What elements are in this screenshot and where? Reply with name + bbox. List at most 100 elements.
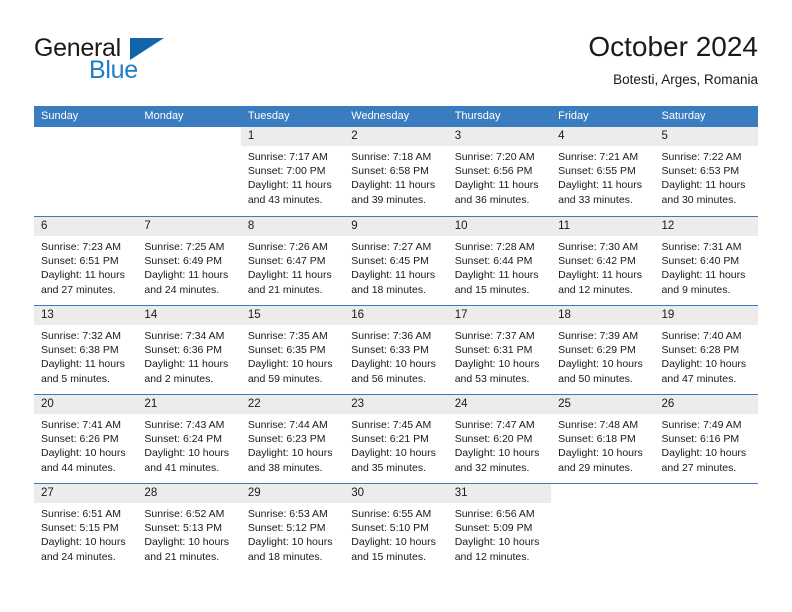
day-number: 8 [247, 220, 255, 232]
day-sun-info: Sunrise: 7:36 AM Sunset: 6:33 PM Daylight:… [344, 325, 447, 386]
daylight-text: Daylight: 10 hours and 44 minutes. [41, 447, 126, 474]
calendar-day-cell[interactable]: 16 Sunrise: 7:36 AM Sunset: 6:33 PM Dayligh… [344, 306, 448, 394]
page-subtitle: Botesti, Arges, Romania [613, 72, 758, 87]
daylight-text: Daylight: 10 hours and 50 minutes. [558, 358, 643, 385]
daylight-text: Daylight: 11 hours and 24 minutes. [144, 269, 229, 296]
sunrise-text: Sunrise: 7:45 AM [351, 419, 432, 431]
daylight-text: Daylight: 10 hours and 15 minutes. [351, 536, 436, 563]
sunset-text: Sunset: 6:28 PM [661, 344, 740, 357]
sunset-text: Sunset: 6:16 PM [661, 433, 740, 446]
day-number-band: 5 [654, 127, 758, 146]
calendar-day-cell[interactable]: 31 Sunrise: 6:56 AM Sunset: 5:09 PM Dayligh… [447, 484, 552, 572]
calendar-day-cell[interactable]: 3 Sunrise: 7:20 AM Sunset: 6:56 PM Daylight… [447, 127, 552, 216]
calendar-week-row: 6 Sunrise: 7:23 AM Sunset: 6:51 PM Daylight… [34, 216, 758, 305]
calendar-day-cell[interactable]: 23 Sunrise: 7:45 AM Sunset: 6:21 PM Dayligh… [344, 395, 448, 483]
sunset-text: Sunset: 6:20 PM [454, 433, 533, 446]
sunset-text: Sunset: 6:58 PM [351, 165, 429, 178]
day-sun-info: Sunrise: 7:27 AM Sunset: 6:45 PM Daylight:… [344, 236, 447, 297]
sunrise-text: Sunrise: 6:55 AM [351, 508, 432, 520]
day-number: 2 [351, 130, 358, 142]
sunrise-text: Sunrise: 6:51 AM [41, 508, 121, 520]
calendar-day-cell[interactable]: 2 Sunrise: 7:18 AM Sunset: 6:58 PM Daylight… [344, 127, 448, 216]
calendar-day-cell[interactable]: 11 Sunrise: 7:30 AM Sunset: 6:42 PM Dayligh… [551, 217, 655, 305]
calendar-day-cell[interactable]: 5 Sunrise: 7:22 AM Sunset: 6:53 PM Daylight… [654, 127, 758, 216]
calendar-week-row: 1 Sunrise: 7:17 AM Sunset: 7:00 PM Daylight… [34, 127, 758, 216]
sunset-text: Sunset: 5:12 PM [247, 522, 326, 535]
day-number: 25 [558, 398, 571, 410]
day-sun-info: Sunrise: 6:52 AM Sunset: 5:13 PM Daylight:… [137, 503, 240, 564]
calendar-day-cell[interactable]: 6 Sunrise: 7:23 AM Sunset: 6:51 PM Daylight… [34, 217, 138, 305]
brand-logo[interactable]: General Blue [34, 34, 214, 90]
sunset-text: Sunset: 5:15 PM [41, 522, 119, 535]
calendar-day-cell[interactable]: 24 Sunrise: 7:47 AM Sunset: 6:20 PM Dayligh… [447, 395, 552, 483]
day-sun-info: Sunrise: 7:18 AM Sunset: 6:58 PM Daylight:… [344, 146, 447, 207]
sunset-text: Sunset: 6:56 PM [454, 165, 533, 178]
calendar-day-cell[interactable]: 29 Sunrise: 6:53 AM Sunset: 5:12 PM Dayligh… [240, 484, 345, 572]
calendar-day-cell[interactable]: 27 Sunrise: 6:51 AM Sunset: 5:15 PM Dayligh… [34, 484, 138, 572]
day-sun-info: Sunrise: 7:21 AM Sunset: 6:55 PM Daylight:… [551, 146, 654, 207]
calendar-week-row: 20 Sunrise: 7:41 AM Sunset: 6:26 PM Dayligh… [34, 394, 758, 483]
day-sun-info: Sunrise: 7:39 AM Sunset: 6:29 PM Daylight:… [551, 325, 654, 386]
calendar-day-cell[interactable]: 25 Sunrise: 7:48 AM Sunset: 6:18 PM Dayligh… [551, 395, 655, 483]
calendar-day-cell[interactable]: 14 Sunrise: 7:34 AM Sunset: 6:36 PM Dayligh… [137, 306, 241, 394]
sunset-text: Sunset: 6:21 PM [351, 433, 429, 446]
sunset-text: Sunset: 6:23 PM [247, 433, 326, 446]
day-number-band: 21 [137, 395, 241, 414]
calendar-day-cell[interactable]: 18 Sunrise: 7:39 AM Sunset: 6:29 PM Dayligh… [551, 306, 655, 394]
day-sun-info: Sunrise: 7:31 AM Sunset: 6:40 PM Daylight:… [655, 236, 758, 297]
calendar-day-cell[interactable]: 8 Sunrise: 7:26 AM Sunset: 6:47 PM Daylight… [240, 217, 345, 305]
calendar-day-cell[interactable]: 30 Sunrise: 6:55 AM Sunset: 5:10 PM Dayligh… [344, 484, 448, 572]
day-number-band: 23 [344, 395, 448, 414]
day-number: 27 [41, 487, 54, 499]
day-sun-info: Sunrise: 7:20 AM Sunset: 6:56 PM Daylight:… [448, 146, 551, 207]
daylight-text: Daylight: 10 hours and 47 minutes. [661, 358, 747, 385]
sunset-text: Sunset: 6:42 PM [558, 255, 636, 268]
daylight-text: Daylight: 11 hours and 5 minutes. [41, 358, 125, 385]
day-number: 14 [144, 309, 158, 321]
day-number-band: 16 [344, 306, 448, 325]
daylight-text: Daylight: 10 hours and 18 minutes. [247, 536, 333, 563]
day-sun-info: Sunrise: 7:22 AM Sunset: 6:53 PM Daylight:… [655, 146, 758, 207]
calendar-day-cell[interactable]: 12 Sunrise: 7:31 AM Sunset: 6:40 PM Dayligh… [654, 217, 758, 305]
calendar-day-cell[interactable]: 20 Sunrise: 7:41 AM Sunset: 6:26 PM Dayligh… [34, 395, 138, 483]
calendar-day-cell[interactable]: 17 Sunrise: 7:37 AM Sunset: 6:31 PM Dayligh… [447, 306, 552, 394]
brand-name-blue: Blue [89, 56, 138, 84]
daylight-text: Daylight: 10 hours and 32 minutes. [454, 447, 540, 474]
calendar-day-cell[interactable]: 10 Sunrise: 7:28 AM Sunset: 6:44 PM Dayligh… [447, 217, 552, 305]
weekday-header-saturday: Saturday [661, 110, 706, 122]
day-number: 5 [661, 130, 668, 142]
day-sun-info: Sunrise: 6:51 AM Sunset: 5:15 PM Daylight:… [34, 503, 137, 564]
day-sun-info: Sunrise: 7:49 AM Sunset: 6:16 PM Daylight:… [655, 414, 758, 475]
day-number-band [551, 484, 654, 503]
calendar-day-cell[interactable]: 21 Sunrise: 7:43 AM Sunset: 6:24 PM Dayligh… [137, 395, 241, 483]
daylight-text: Daylight: 11 hours and 12 minutes. [558, 269, 642, 296]
sunrise-text: Sunrise: 7:39 AM [558, 330, 639, 342]
day-number-band: 12 [654, 217, 758, 236]
calendar-day-cell[interactable]: 26 Sunrise: 7:49 AM Sunset: 6:16 PM Dayligh… [654, 395, 758, 483]
sunrise-text: Sunrise: 7:25 AM [144, 241, 225, 253]
calendar-day-cell[interactable]: 1 Sunrise: 7:17 AM Sunset: 7:00 PM Daylight… [240, 127, 345, 216]
calendar-day-cell[interactable]: 4 Sunrise: 7:21 AM Sunset: 6:55 PM Daylight… [551, 127, 655, 216]
day-number: 11 [558, 220, 571, 232]
day-number-band: 8 [240, 217, 345, 236]
calendar-day-cell[interactable]: 7 Sunrise: 7:25 AM Sunset: 6:49 PM Daylight… [137, 217, 241, 305]
day-number: 28 [144, 487, 158, 499]
calendar-day-cell[interactable]: 28 Sunrise: 6:52 AM Sunset: 5:13 PM Dayligh… [137, 484, 241, 572]
sunrise-text: Sunrise: 7:41 AM [41, 419, 121, 431]
day-number: 26 [661, 398, 675, 410]
day-number-band: 29 [240, 484, 345, 503]
calendar-day-cell[interactable]: 9 Sunrise: 7:27 AM Sunset: 6:45 PM Daylight… [344, 217, 448, 305]
sunset-text: Sunset: 5:09 PM [454, 522, 533, 535]
weekday-header-sunday: Sunday [41, 110, 79, 122]
daylight-text: Daylight: 10 hours and 53 minutes. [454, 358, 540, 385]
calendar-day-cell[interactable]: 15 Sunrise: 7:35 AM Sunset: 6:35 PM Dayligh… [240, 306, 345, 394]
sunset-text: Sunset: 6:31 PM [454, 344, 533, 357]
sunset-text: Sunset: 6:35 PM [247, 344, 326, 357]
calendar-day-cell[interactable]: 19 Sunrise: 7:40 AM Sunset: 6:28 PM Dayligh… [654, 306, 758, 394]
day-number-band [34, 127, 137, 146]
day-number-band: 14 [137, 306, 241, 325]
calendar-day-cell[interactable]: 13 Sunrise: 7:32 AM Sunset: 6:38 PM Dayligh… [34, 306, 138, 394]
daylight-text: Daylight: 10 hours and 12 minutes. [454, 536, 540, 563]
calendar-day-cell[interactable]: 22 Sunrise: 7:44 AM Sunset: 6:23 PM Dayligh… [240, 395, 345, 483]
day-number-band: 22 [240, 395, 345, 414]
